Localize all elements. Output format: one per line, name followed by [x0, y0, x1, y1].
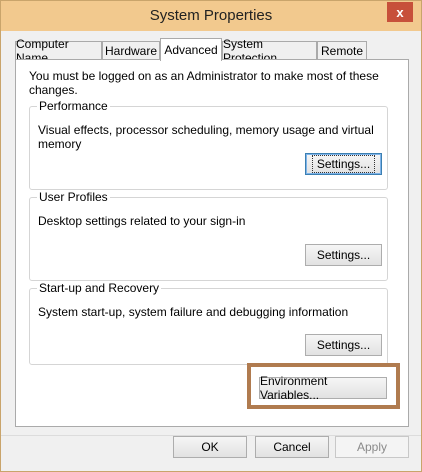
tab-computer-name[interactable]: Computer Name	[15, 37, 102, 65]
system-properties-window: System Properties x Computer Name Hardwa…	[0, 0, 422, 472]
performance-group: Performance Visual effects, processor sc…	[29, 99, 388, 190]
startup-recovery-description: System start-up, system failure and debu…	[38, 305, 349, 319]
ok-button[interactable]: OK	[173, 436, 247, 458]
annotation-highlight-box	[247, 363, 400, 409]
user-profiles-group: User Profiles Desktop settings related t…	[29, 190, 388, 281]
startup-recovery-settings-button[interactable]: Settings...	[305, 334, 382, 356]
close-icon: x	[396, 4, 404, 20]
performance-description: Visual effects, processor scheduling, me…	[38, 123, 374, 151]
window-title: System Properties	[149, 7, 273, 24]
startup-recovery-label: Start-up and Recovery	[37, 281, 162, 295]
performance-label: Performance	[37, 99, 110, 113]
cancel-button[interactable]: Cancel	[255, 436, 329, 458]
tab-hardware[interactable]: Hardware	[102, 41, 160, 60]
startup-recovery-group: Start-up and Recovery System start-up, s…	[29, 281, 388, 365]
title-bar[interactable]: System Properties x	[1, 1, 421, 31]
close-button[interactable]: x	[387, 2, 413, 22]
user-profiles-label: User Profiles	[37, 190, 110, 204]
apply-button[interactable]: Apply	[335, 436, 409, 458]
tab-remote[interactable]: Remote	[317, 41, 367, 60]
tab-system-protection[interactable]: System Protection	[222, 37, 317, 65]
user-profiles-description: Desktop settings related to your sign-in	[38, 214, 246, 228]
user-profiles-settings-button[interactable]: Settings...	[305, 244, 382, 266]
performance-settings-label: Settings...	[311, 155, 376, 173]
admin-notice: You must be logged on as an Administrato…	[29, 69, 379, 97]
performance-settings-button[interactable]: Settings...	[305, 153, 382, 175]
tab-advanced[interactable]: Advanced	[160, 38, 222, 61]
